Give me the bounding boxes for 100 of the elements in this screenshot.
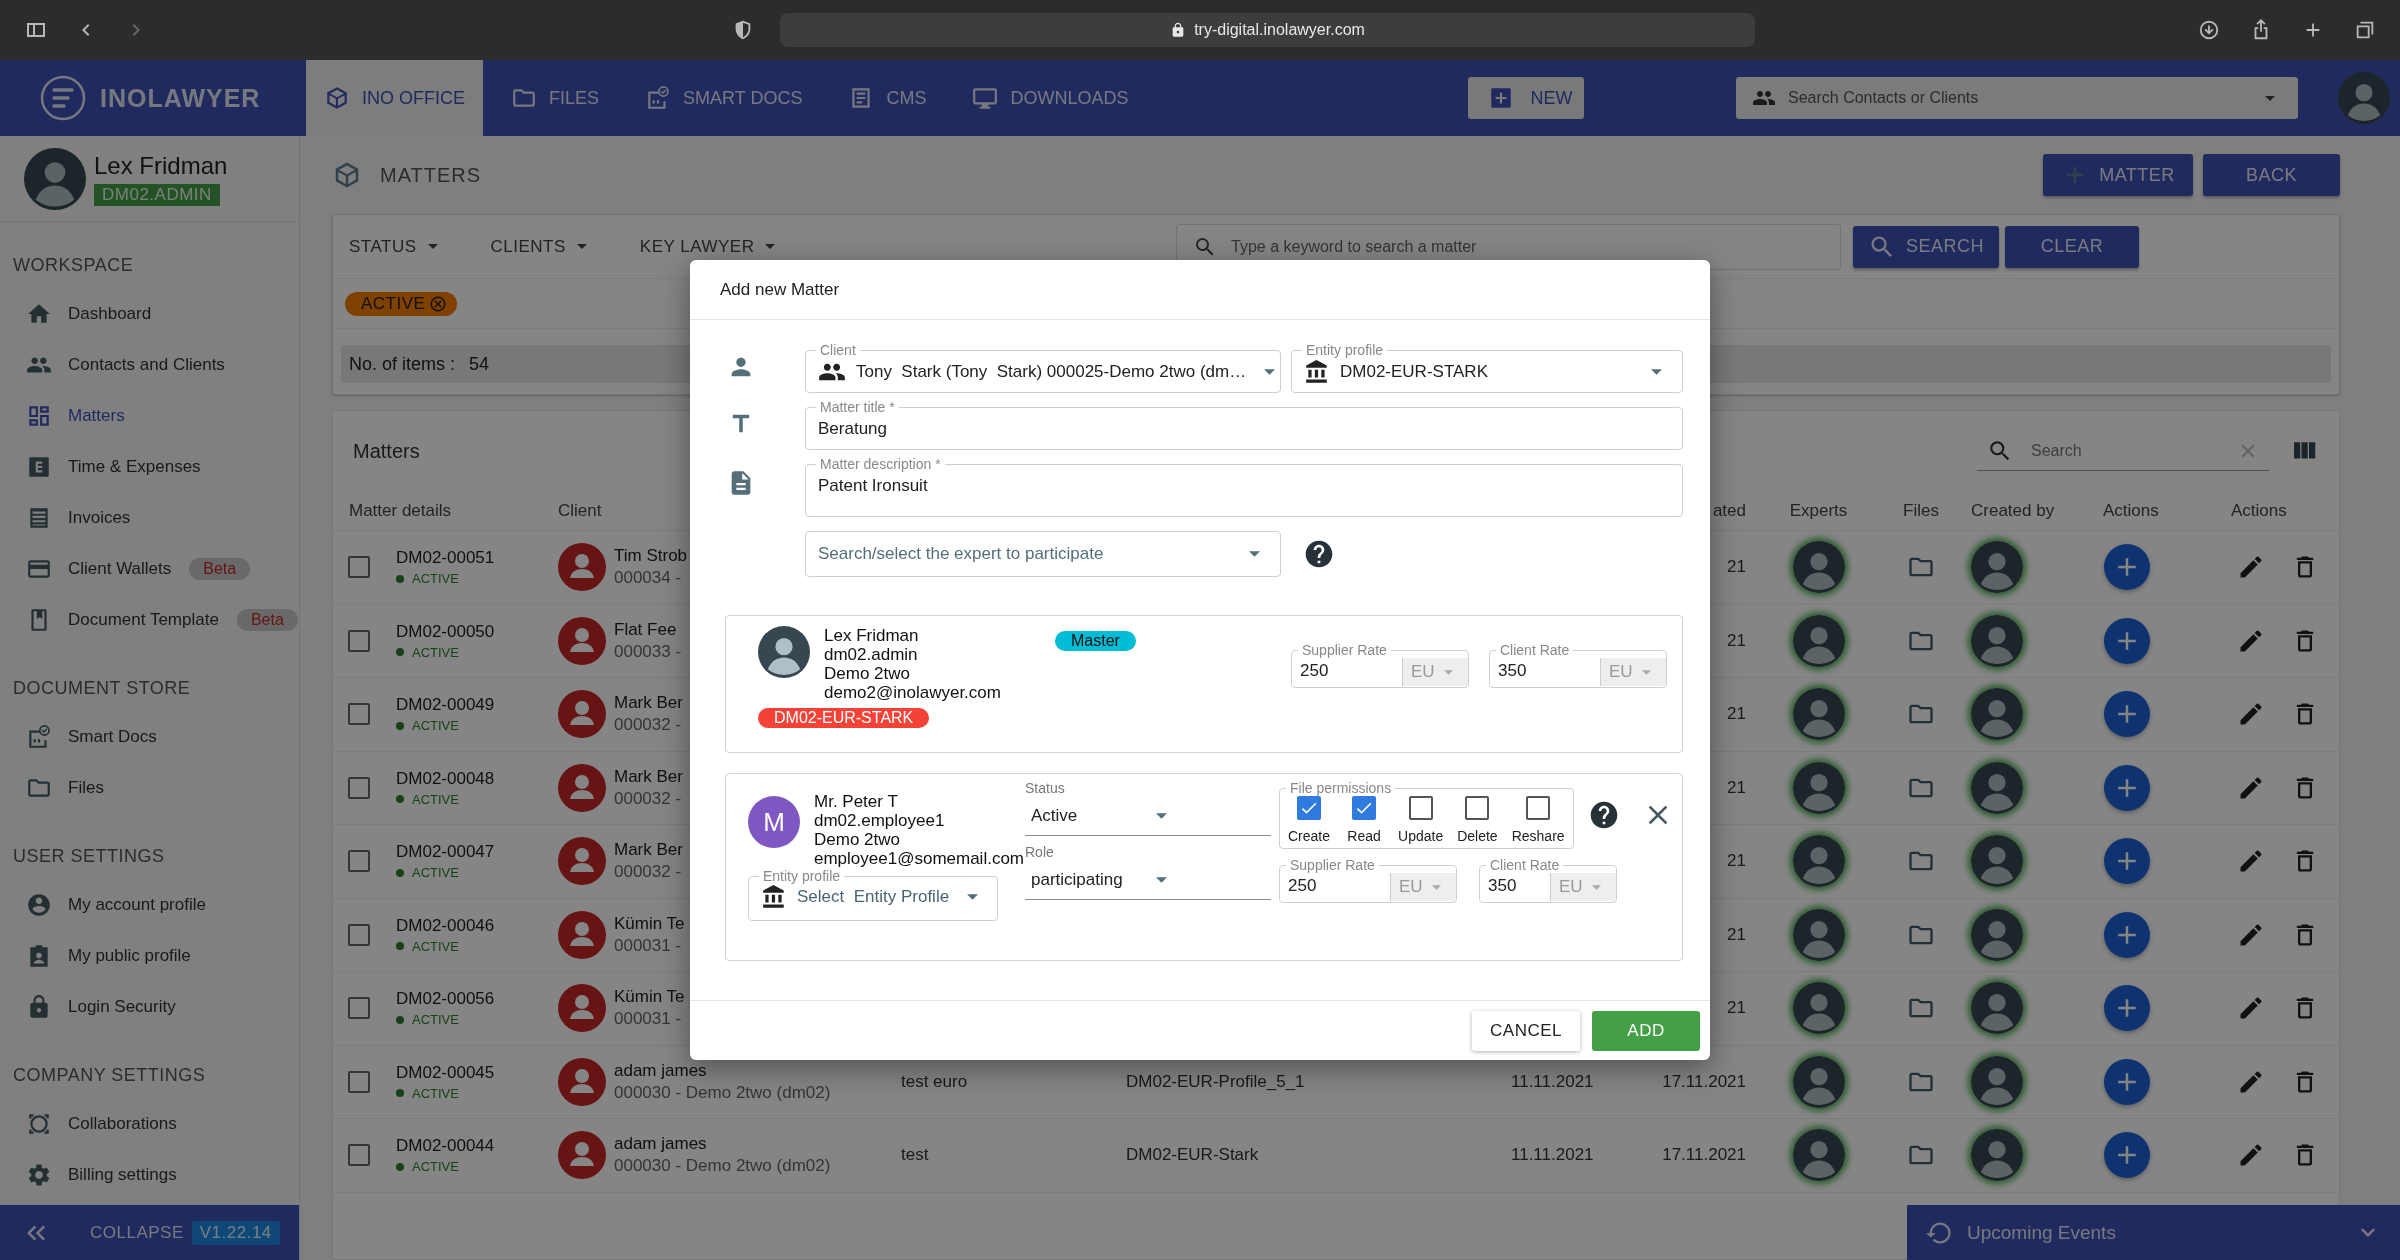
add-expert-button[interactable] (2104, 1058, 2150, 1105)
matter-description-field[interactable]: Matter description * Patent Ironsuit (805, 456, 1683, 517)
add-expert-button[interactable] (2104, 617, 2150, 664)
currency-select[interactable]: EU (1600, 658, 1666, 686)
matter-id: DM02-00044 (396, 1136, 496, 1157)
new-button[interactable]: NEW (1468, 77, 1585, 119)
sidebar-item[interactable]: Dashboard (0, 288, 299, 339)
add-expert-button[interactable] (2104, 691, 2150, 738)
monitor-icon (972, 85, 999, 111)
add-button[interactable]: ADD (1592, 1010, 1700, 1051)
matter-id: DM02-00045 (396, 1062, 496, 1083)
table-search-field[interactable]: Search (1977, 431, 2269, 471)
nav-tab[interactable]: FILES (493, 60, 618, 136)
column-header: Created by (1970, 500, 2056, 521)
address-bar[interactable]: try-digital.inolawyer.com (780, 13, 1755, 47)
filter-dropdown[interactable]: CLIENTS (490, 236, 594, 257)
add-expert-button[interactable] (2104, 911, 2150, 958)
table-cell: 21 (1727, 998, 1746, 1018)
table-cell: 17.11.2021 (1662, 1145, 1746, 1165)
sidebar-item[interactable]: Files (0, 762, 299, 813)
sidebar-item[interactable]: Smart Docs (0, 711, 299, 762)
checkbox[interactable] (1408, 796, 1433, 820)
version-badge: V1.22.14 (191, 1220, 280, 1245)
entity-profile-select[interactable]: Entity profile Select Entity Profile (748, 868, 998, 921)
sidebar-item[interactable]: Collaborations (0, 1098, 299, 1149)
section-title: WORKSPACE (12, 254, 135, 277)
caret-icon (1443, 669, 1453, 675)
caret-icon (1264, 369, 1276, 375)
table-cell: test (901, 1145, 929, 1165)
clear-button[interactable]: CLEAR (2005, 225, 2139, 268)
status-select[interactable]: Active (1025, 796, 1271, 836)
client-avatar (558, 984, 606, 1033)
nav-tab[interactable]: CMS (830, 60, 945, 136)
sidebar-item[interactable]: Time & Expenses (0, 441, 299, 492)
column-header: ated (1711, 500, 1746, 521)
add-expert-button[interactable] (2104, 764, 2150, 811)
entity-profile-select[interactable]: Entity profile DM02-EUR-STARK (1291, 342, 1683, 393)
checkbox[interactable] (348, 997, 370, 1020)
count-label: No. of items : (349, 353, 456, 375)
add-expert-button[interactable] (2104, 985, 2150, 1032)
checkbox[interactable] (348, 556, 370, 579)
checkbox[interactable] (1465, 796, 1490, 820)
upcoming-events-bar[interactable]: Upcoming Events (1907, 1205, 2400, 1260)
currency-select[interactable]: EU (1402, 658, 1468, 686)
table-cell: DM02-EUR-Stark (1126, 1145, 1259, 1165)
nav-tab[interactable]: INO OFFICE (306, 60, 483, 136)
nav-tab[interactable]: SMART DOCS (627, 60, 821, 136)
sidebar-item[interactable]: Login Security (0, 981, 299, 1032)
checkbox[interactable] (1526, 796, 1551, 820)
rate-field[interactable]: Client Rate 350 EU (1489, 642, 1667, 688)
checkbox[interactable] (348, 1144, 370, 1167)
back-button[interactable]: BACK (2203, 154, 2340, 196)
currency-select[interactable]: EU (1390, 873, 1456, 901)
checkbox[interactable] (348, 776, 370, 799)
rate-field[interactable]: Client Rate 350 EU (1479, 857, 1617, 903)
table-cell: 21 (1727, 924, 1746, 944)
add-expert-button[interactable] (2104, 838, 2150, 885)
expert-avatar (1792, 908, 1845, 961)
column-header: Actions (2102, 500, 2160, 521)
expert-select[interactable]: Search/select the expert to participate (805, 531, 1281, 577)
checkbox[interactable] (348, 850, 370, 873)
sidebar-item[interactable]: Contacts and Clients (0, 339, 299, 390)
table-cell: 21 (1727, 704, 1746, 724)
role-select[interactable]: participating (1025, 860, 1271, 900)
checkbox[interactable] (1297, 796, 1321, 820)
search-button[interactable]: SEARCH (1853, 225, 1999, 268)
client-avatar (558, 1057, 606, 1106)
add-matter-button[interactable]: MATTER (2043, 154, 2193, 196)
sidebar-item[interactable]: My account profile (0, 879, 299, 930)
currency-select[interactable]: EU (1550, 873, 1616, 901)
sidebar-item[interactable]: Document Template Beta (0, 594, 299, 645)
sidebar-item[interactable]: Billing settings (0, 1149, 299, 1200)
sidebar-item[interactable]: Matters (0, 390, 299, 441)
checkbox[interactable] (1352, 796, 1377, 820)
checkbox[interactable] (348, 923, 370, 946)
checkbox[interactable] (348, 1070, 370, 1093)
checkbox[interactable] (348, 703, 370, 726)
filter-dropdown[interactable]: STATUS (349, 236, 445, 257)
filter-dropdown[interactable]: KEY LAWYER (639, 236, 783, 257)
matter-status: ACTIVE (412, 1012, 459, 1028)
tabs-icon (2354, 19, 2376, 41)
add-expert-button[interactable] (2104, 1132, 2150, 1179)
add-expert-button[interactable] (2104, 544, 2150, 591)
section-title: COMPANY SETTINGS (12, 1064, 207, 1087)
nav-tab[interactable]: DOWNLOADS (954, 60, 1147, 136)
status-chip[interactable]: ACTIVE (345, 291, 458, 316)
contact-search-field[interactable]: Search Contacts or Clients (1736, 77, 2298, 119)
checkbox[interactable] (348, 629, 370, 652)
rate-field[interactable]: Supplier Rate 250 EU (1279, 857, 1457, 903)
sidebar-item[interactable]: Invoices (0, 492, 299, 543)
sidebar-item[interactable]: Client Wallets Beta (0, 543, 299, 594)
status-dot-icon (396, 1089, 404, 1098)
sidebar-item[interactable]: My public profile (0, 930, 299, 981)
matter-id: DM02-00051 (396, 548, 496, 569)
client-select[interactable]: Client Tony Stark (Tony Stark) 000025-Demo 2two (dm… (805, 342, 1281, 393)
cancel-button[interactable]: CANCEL (1472, 1010, 1580, 1051)
collapse-button[interactable]: COLLAPSE (90, 1222, 184, 1243)
participant-name: Lex Fridman (824, 626, 920, 645)
rate-field[interactable]: Supplier Rate 250 EU (1291, 642, 1469, 688)
matter-title-field[interactable]: Matter title * Beratung (805, 399, 1683, 450)
